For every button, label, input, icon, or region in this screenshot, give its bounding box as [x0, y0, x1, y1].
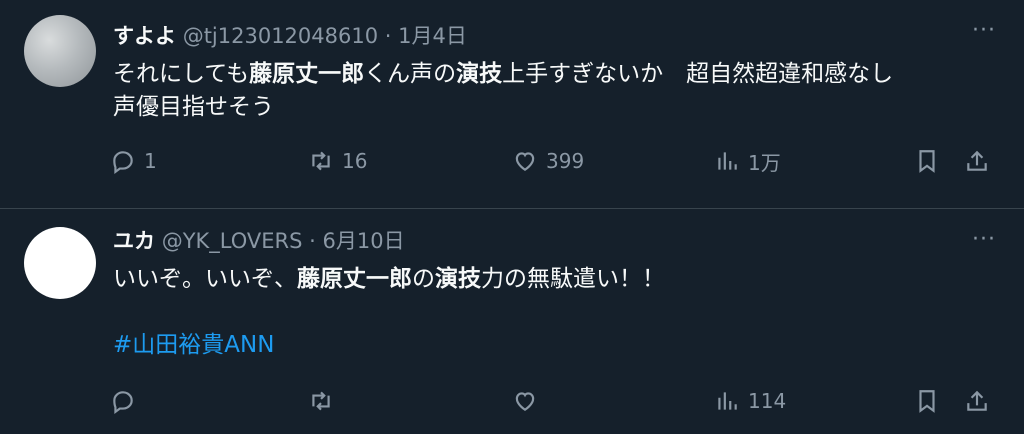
display-name[interactable]: ユカ — [113, 229, 155, 253]
avatar[interactable] — [24, 227, 96, 299]
bold-text: 演技 — [435, 266, 481, 292]
bookmark-icon — [919, 390, 935, 413]
share-button[interactable] — [964, 145, 990, 177]
bold-text: 藤原丈一郎 — [297, 266, 412, 292]
like-button[interactable] — [512, 385, 538, 417]
like-icon — [515, 392, 535, 411]
like-count: 399 — [546, 149, 585, 173]
bookmark-icon — [919, 150, 935, 173]
views-count: 114 — [748, 389, 787, 413]
reply-icon — [113, 151, 133, 174]
retweet-count: 16 — [342, 149, 368, 173]
timestamp[interactable]: 1月4日 — [398, 24, 467, 48]
tweet-text: それにしても藤原丈一郎くん声の演技上手すぎないか 超自然超違和感なし声優目指せそ… — [113, 58, 993, 124]
hashtag-link[interactable]: #山田裕貴ANN — [113, 332, 274, 358]
handle[interactable]: @tj123012048610 — [183, 24, 378, 48]
tweet-header: すよよ @tj123012048610 · 1月4日 — [113, 22, 467, 50]
views-icon — [718, 392, 737, 410]
display-name[interactable]: すよよ — [113, 24, 176, 48]
more-options-button[interactable]: ··· — [972, 227, 996, 252]
text-segment: の — [412, 266, 435, 292]
views-button[interactable]: 114 — [714, 385, 786, 417]
text-segment: いいぞ。いいぞ、 — [113, 266, 297, 292]
reply-button[interactable]: 1 — [110, 145, 157, 177]
share-button[interactable] — [964, 385, 990, 417]
retweet-button[interactable]: 16 — [308, 145, 367, 177]
retweet-icon — [312, 151, 330, 171]
reply-icon — [113, 391, 133, 414]
more-options-button[interactable]: ··· — [972, 18, 996, 43]
retweet-icon — [312, 391, 330, 411]
action-bar: 114 — [0, 385, 1024, 417]
reply-button[interactable] — [110, 385, 136, 417]
separator: · — [309, 229, 316, 253]
text-segment: 声優目指せそう — [113, 94, 274, 120]
tweet-text: いいぞ。いいぞ、藤原丈一郎の演技力の無駄遣い！！ #山田裕貴ANN — [113, 263, 993, 362]
avatar[interactable] — [24, 15, 96, 87]
bold-text: 演技 — [456, 61, 503, 87]
tweet[interactable]: ユカ @YK_LOVERS · 6月10日 ··· いいぞ。いいぞ、藤原丈一郎の… — [0, 209, 1024, 434]
views-icon — [718, 152, 737, 170]
timestamp[interactable]: 6月10日 — [323, 229, 405, 253]
bookmark-button[interactable] — [914, 145, 940, 177]
text-segment: 力の無駄遣い！！ — [481, 266, 665, 292]
text-segment: それにしても — [113, 61, 250, 87]
reply-count: 1 — [144, 149, 157, 173]
share-icon — [967, 390, 987, 411]
action-bar: 1 16 399 1万 — [0, 145, 1024, 177]
text-segment: 上手すぎないか 超自然超違和感なし — [502, 61, 894, 87]
like-icon — [515, 152, 535, 171]
separator: · — [384, 24, 392, 48]
text-segment: くん声の — [364, 61, 457, 87]
handle[interactable]: @YK_LOVERS — [162, 229, 303, 253]
bold-text: 藤原丈一郎 — [249, 61, 365, 87]
views-button[interactable]: 1万 — [714, 145, 781, 177]
retweet-button[interactable] — [308, 385, 334, 417]
bookmark-button[interactable] — [914, 385, 940, 417]
tweet-header: ユカ @YK_LOVERS · 6月10日 — [113, 227, 405, 255]
views-count: 1万 — [748, 150, 781, 175]
share-icon — [967, 150, 987, 171]
like-button[interactable]: 399 — [512, 145, 584, 177]
tweet[interactable]: すよよ @tj123012048610 · 1月4日 ··· それにしても藤原丈… — [0, 0, 1024, 209]
